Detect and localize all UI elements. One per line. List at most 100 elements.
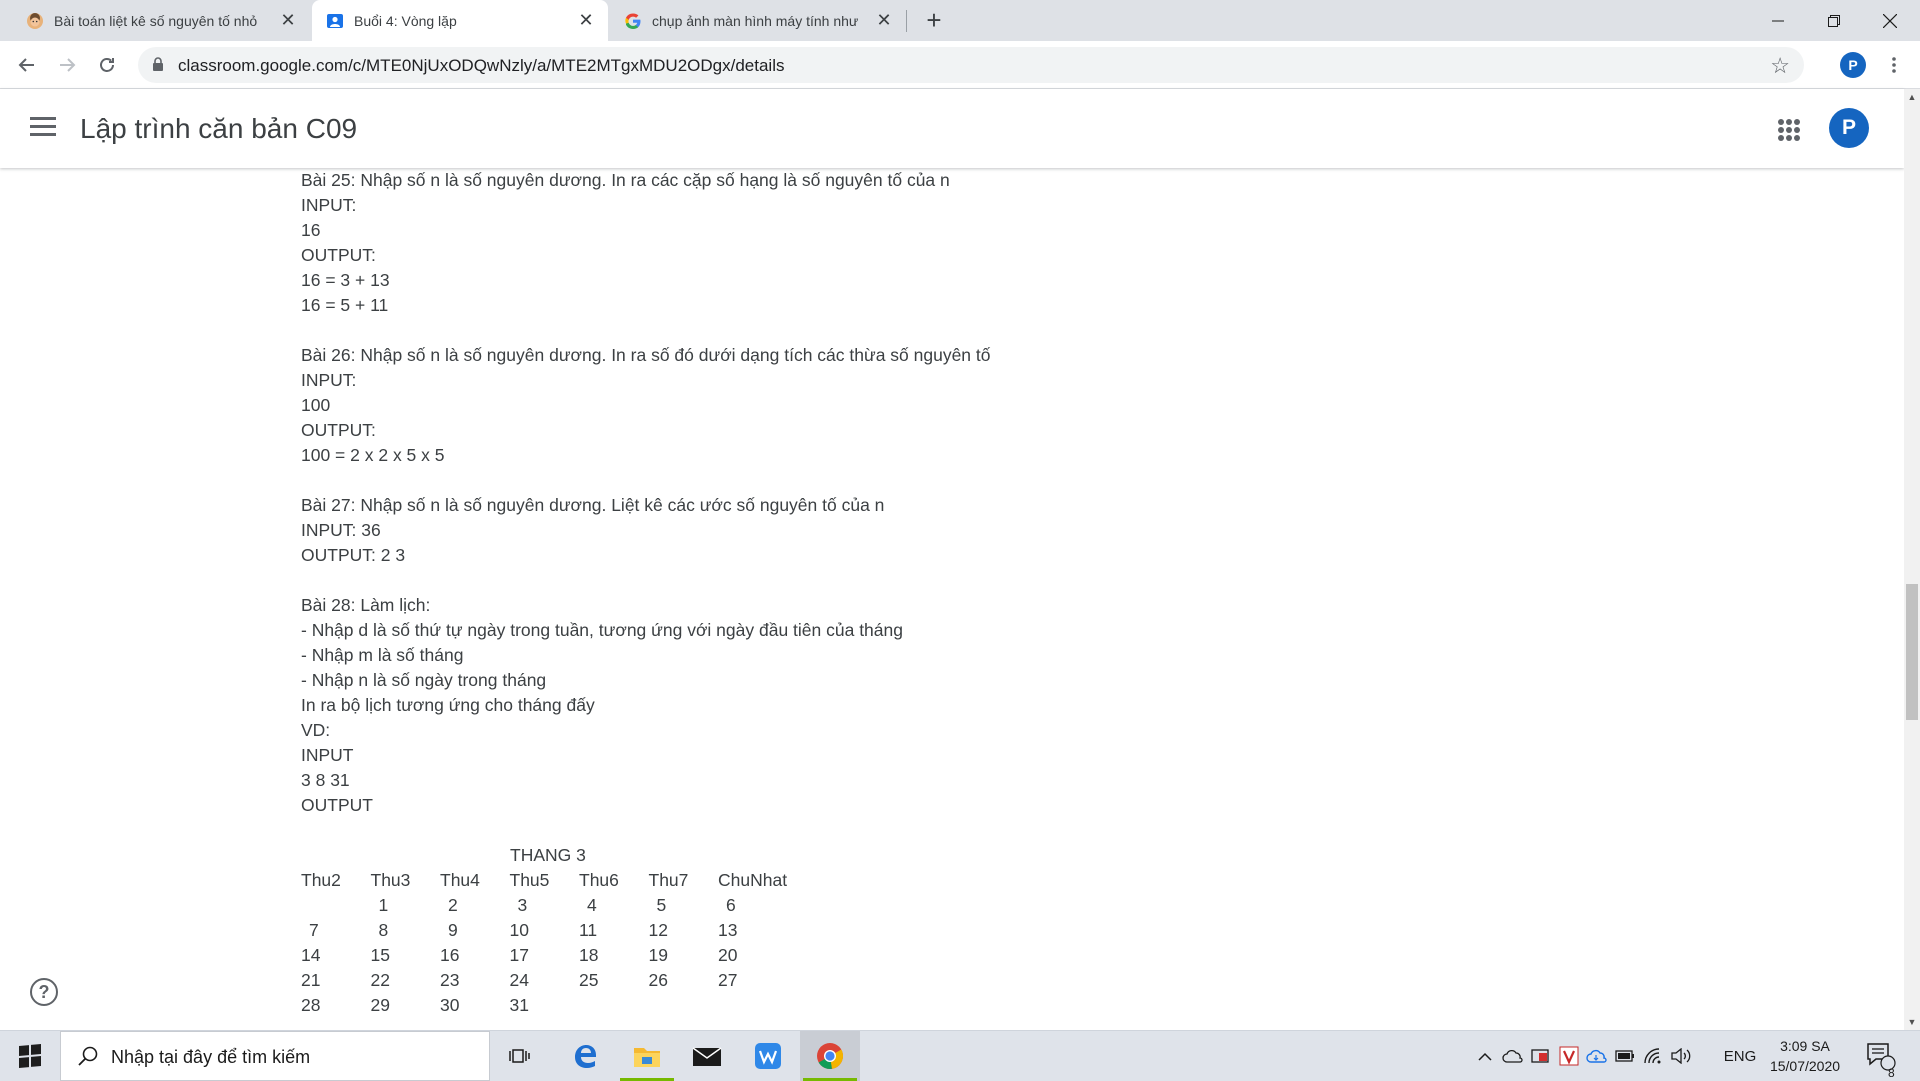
start-button[interactable] bbox=[0, 1031, 60, 1081]
calendar-day-header: Thu5 bbox=[509, 870, 550, 890]
calendar-day-cell: 3 bbox=[517, 895, 528, 915]
onedrive-cloud-icon[interactable] bbox=[1500, 1031, 1526, 1081]
main-menu-icon[interactable] bbox=[30, 117, 56, 137]
close-tab-icon[interactable]: ✕ bbox=[276, 9, 300, 33]
calendar-day-header: Thu3 bbox=[370, 870, 411, 890]
edge-icon[interactable] bbox=[555, 1031, 615, 1081]
windows-logo-icon bbox=[19, 1044, 41, 1068]
calendar-day-cell: 8 bbox=[378, 920, 389, 940]
text-line: - Nhập n là số ngày trong tháng bbox=[301, 670, 547, 690]
arrow-right-icon bbox=[60, 58, 76, 72]
close-tab-icon[interactable]: ✕ bbox=[872, 9, 896, 33]
minimize-button[interactable] bbox=[1750, 0, 1806, 41]
text-line: 16 bbox=[301, 220, 321, 240]
address-bar[interactable]: classroom.google.com/c/MTE0NjUxODQwNzly/… bbox=[138, 47, 1804, 83]
browser-profile-avatar[interactable]: P bbox=[1840, 52, 1866, 78]
action-center-button[interactable]: 8 bbox=[1864, 1041, 1898, 1080]
text-line: INPUT bbox=[301, 745, 354, 765]
class-title[interactable]: Lập trình căn bản C09 bbox=[80, 113, 357, 145]
file-explorer-icon[interactable] bbox=[617, 1031, 677, 1081]
taskbar-search-box[interactable]: Nhập tại đây để tìm kiếm bbox=[60, 1031, 490, 1081]
tab-prime-numbers[interactable]: Bài toán liệt kê số nguyên tố nhỏ ✕ bbox=[0, 0, 310, 41]
wifi-icon[interactable] bbox=[1640, 1031, 1666, 1081]
text-line bbox=[301, 318, 1801, 343]
volume-icon[interactable] bbox=[1668, 1031, 1694, 1081]
google-apps-icon[interactable] bbox=[1778, 119, 1800, 141]
google-favicon-icon bbox=[625, 13, 641, 29]
tab-title: chụp ảnh màn hình máy tính như bbox=[652, 12, 859, 29]
wps-office-icon[interactable] bbox=[738, 1031, 798, 1081]
calendar-day-cell: 29 bbox=[370, 995, 390, 1015]
taskbar-clock[interactable]: 3:09 SA 15/07/2020 bbox=[1760, 1036, 1850, 1076]
calendar-day-cell: 28 bbox=[301, 995, 321, 1015]
classroom-favicon-icon bbox=[327, 13, 343, 28]
text-line: OUTPUT bbox=[301, 795, 373, 815]
text-line: 16 = 3 + 13 bbox=[301, 270, 390, 290]
calendar-week-row: 1 2 3 4 5 6 bbox=[301, 893, 1801, 918]
calendar-day-cell: 17 bbox=[509, 945, 529, 965]
calendar-day-cell: 27 bbox=[718, 970, 738, 990]
help-icon[interactable]: ? bbox=[30, 978, 58, 1006]
calendar-day-cell: 11 bbox=[579, 920, 598, 940]
tab-google-search[interactable]: chụp ảnh màn hình máy tính như ✕ bbox=[610, 0, 906, 41]
calendar-day-cell: 30 bbox=[440, 995, 460, 1015]
restore-button[interactable] bbox=[1806, 0, 1862, 41]
minimize-icon bbox=[1772, 20, 1784, 21]
calendar-day-cell bbox=[301, 893, 371, 918]
calendar-day-cell: 20 bbox=[718, 945, 738, 965]
bookmark-star-icon[interactable]: ☆ bbox=[1770, 53, 1790, 79]
tab-loops-lesson[interactable]: Buổi 4: Vòng lặp ✕ bbox=[312, 0, 608, 41]
calendar-day-cell: 24 bbox=[509, 970, 529, 990]
calendar-day-cell: 4 bbox=[587, 895, 597, 915]
browser-toolbar: classroom.google.com/c/MTE0NjUxODQwNzly/… bbox=[0, 41, 1920, 89]
calendar-day-cell: 5 bbox=[656, 895, 667, 915]
calendar-week-row: 21 22 23 24 25 26 27 bbox=[301, 968, 1801, 993]
reload-icon bbox=[100, 58, 114, 72]
chrome-icon[interactable] bbox=[800, 1031, 860, 1081]
calendar-header-row: Thu2 Thu3 Thu4 Thu5 Thu6 Thu7 ChuNhat bbox=[301, 868, 1801, 893]
calendar-day-cell: 22 bbox=[370, 970, 390, 990]
forward-button[interactable] bbox=[52, 50, 82, 80]
text-line: OUTPUT: bbox=[301, 420, 376, 440]
close-tab-icon[interactable]: ✕ bbox=[574, 9, 598, 33]
new-tab-button[interactable]: + bbox=[920, 7, 948, 35]
page-scrollbar[interactable]: ▲ ▼ bbox=[1904, 89, 1920, 1030]
browser-tab-strip: Bài toán liệt kê số nguyên tố nhỏ ✕ Buổi… bbox=[0, 0, 1920, 41]
task-view-icon[interactable] bbox=[490, 1031, 550, 1081]
antivirus-v-icon[interactable] bbox=[1556, 1031, 1582, 1081]
reload-button[interactable] bbox=[92, 50, 122, 80]
close-window-button[interactable] bbox=[1862, 0, 1918, 41]
back-button[interactable] bbox=[12, 50, 42, 80]
calendar-day-cell bbox=[579, 993, 649, 1018]
mail-icon[interactable] bbox=[677, 1031, 737, 1081]
text-line: 16 = 5 + 11 bbox=[301, 295, 389, 315]
calendar-title: THANG 3 bbox=[510, 845, 586, 865]
calendar-day-cell: 2 bbox=[448, 895, 458, 915]
show-hidden-icons-chevron-up-icon[interactable] bbox=[1474, 1031, 1496, 1081]
scrollbar-thumb[interactable] bbox=[1906, 584, 1918, 721]
calendar-day-header: Thu2 bbox=[301, 870, 341, 890]
text-line bbox=[301, 468, 1801, 493]
calendar-day-header: Thu6 bbox=[579, 870, 619, 890]
browser-menu-button[interactable] bbox=[1884, 50, 1904, 80]
clock-date: 15/07/2020 bbox=[1769, 1058, 1841, 1074]
calendar-day-cell: 21 bbox=[301, 970, 321, 990]
scroll-up-arrow-icon[interactable]: ▲ bbox=[1904, 89, 1920, 105]
url-text: classroom.google.com/c/MTE0NjUxODQwNzly/… bbox=[178, 56, 785, 75]
cloud-sync-icon[interactable] bbox=[1584, 1031, 1610, 1081]
account-avatar[interactable]: P bbox=[1829, 108, 1869, 148]
clock-time: 3:09 SA bbox=[1780, 1038, 1830, 1054]
assignment-details: Bài 25: Nhập số n là số nguyên dương. In… bbox=[301, 168, 1801, 1030]
calendar-day-cell: 6 bbox=[726, 895, 736, 915]
text-line: INPUT: bbox=[301, 195, 357, 215]
windows-taskbar: Nhập tại đây để tìm kiếm ENG 3:09 SA 15/… bbox=[0, 1030, 1920, 1081]
language-indicator[interactable]: ENG bbox=[1720, 1031, 1760, 1081]
text-line: 100 bbox=[301, 395, 331, 415]
text-line: 3 8 31 bbox=[301, 770, 350, 790]
arrow-left-icon bbox=[18, 58, 34, 72]
text-line: OUTPUT: 2 3 bbox=[301, 545, 406, 565]
scroll-down-arrow-icon[interactable]: ▼ bbox=[1904, 1014, 1920, 1030]
security-shield-icon[interactable] bbox=[1528, 1031, 1554, 1081]
calendar-body: 1 2 3 4 5 6 7 8 9 10 11 12 13 14 15 16 17 18 19 20 21 22 23 24 2… bbox=[301, 893, 1801, 1018]
battery-icon[interactable] bbox=[1612, 1031, 1638, 1081]
